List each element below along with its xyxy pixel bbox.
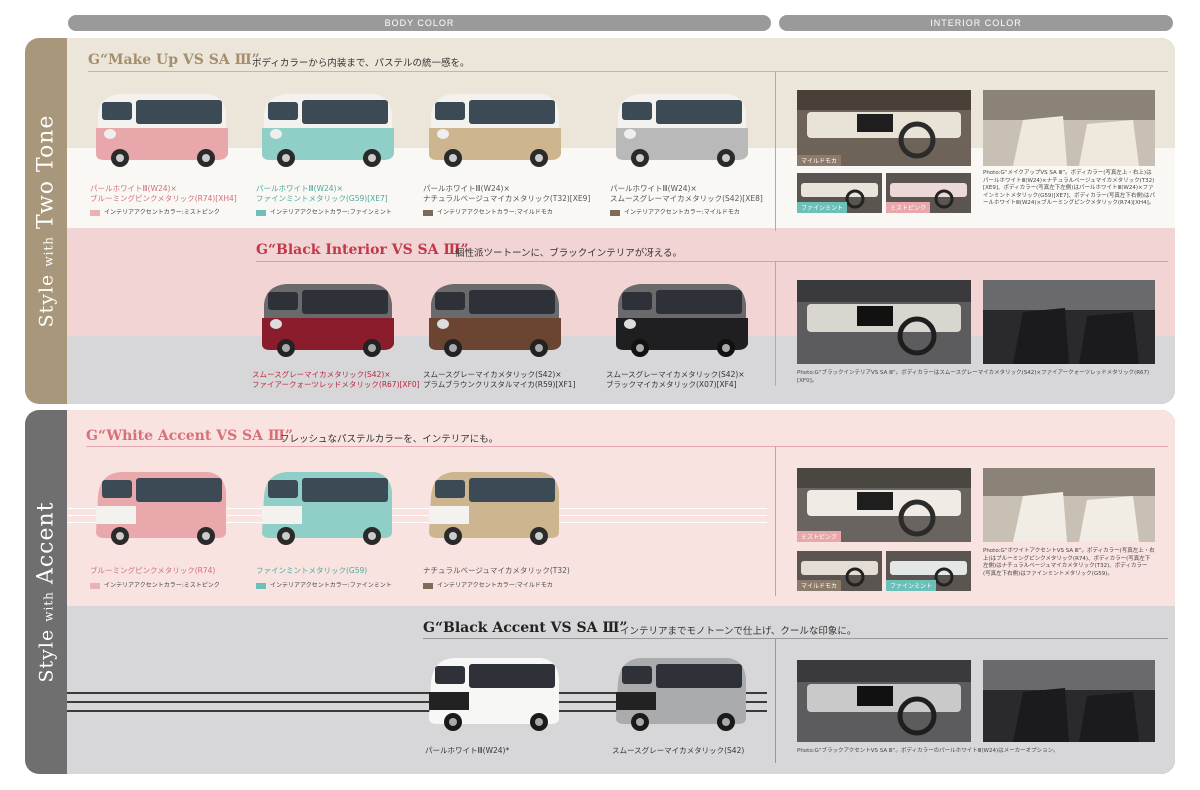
accent-white-accent-1: インテリアアクセントカラー:ミストピンク	[90, 580, 220, 589]
interior-photo-black-accent-seats	[983, 660, 1155, 742]
interior-photo-black-seats	[983, 280, 1155, 364]
caption-black-interior-1: スムースグレーマイカメタリック(S42)× ファイアークォーツレッドメタリック(R…	[252, 370, 420, 389]
caption-makeup-3: パールホワイトⅢ(W24)× ナチュラルベージュマイカメタリック(T32)[XE9…	[423, 184, 591, 203]
car-makeup-beige	[423, 88, 563, 168]
black-accent-subtitle: インテリアまでモノトーンで仕上げ、クールな印象に。	[620, 626, 857, 637]
interior-photo-white-mint: ファインミント	[886, 551, 971, 591]
interior-photo-black-accent-dash	[797, 660, 971, 742]
caption-white-accent-2: ファインミントメタリック(G59)	[256, 566, 368, 575]
makeup-divider	[88, 71, 1168, 72]
caption-makeup-1: パールホワイトⅢ(W24)× ブルーミングピンクメタリック(R74)[XH4]	[90, 184, 237, 203]
makeup-vsep	[775, 71, 776, 231]
black-interior-subtitle: 個性派ツートーンに、ブラックインテリアが冴える。	[455, 248, 682, 259]
note-white-accent: Photo:G“ホワイトアクセントVS SA Ⅲ”。ボディカラー(写真左上・右上…	[983, 548, 1155, 577]
caption-black-interior-3: スムースグレーマイカメタリック(S42)× ブラックマイカメタリック(X07)[X…	[606, 370, 745, 389]
black-accent-vsep	[775, 638, 776, 763]
white-accent-subtitle: フレッシュなパステルカラーを、インテリアにも。	[280, 434, 499, 445]
white-accent-vsep	[775, 446, 776, 596]
caption-makeup-2: パールホワイトⅢ(W24)× ファインミントメタリック(G59)[XE7]	[256, 184, 388, 203]
white-accent-divider	[86, 446, 1168, 447]
note-black-interior: Photo:G“ブラックインテリアVS SA Ⅲ”。ボディカラーはスムースグレー…	[797, 370, 1150, 384]
accent-makeup-2: インテリアアクセントカラー:ファインミント	[256, 207, 392, 216]
note-black-accent: Photo:G“ブラックアクセントVS SA Ⅲ”。ボディカラーのパールホワイト…	[797, 748, 1059, 754]
note-makeup: Photo:G“メイクアップVS SA Ⅲ”。ボディカラー(写真左上・右上)はパ…	[983, 170, 1155, 206]
car-white-accent-mint	[256, 466, 396, 546]
car-makeup-mint	[256, 88, 396, 168]
accent-makeup-3: インテリアアクセントカラー:マイルドモカ	[423, 207, 553, 216]
interior-color-tab: INTERIOR COLOR	[779, 15, 1173, 31]
car-black-accent-white	[423, 652, 563, 732]
black-accent-title: G“Black Accent VS SA Ⅲ”	[423, 620, 628, 636]
interior-photo-white-mocha: マイルドモカ	[797, 551, 882, 591]
interior-photo-makeup-dash: マイルドモカ	[797, 90, 971, 166]
black-accent-divider	[423, 638, 1168, 639]
makeup-subtitle: ボディカラーから内装まで、パステルの統一感を。	[252, 58, 470, 69]
car-black-accent-grey	[610, 652, 750, 732]
accent-side-label: Style with Accent	[33, 501, 59, 683]
caption-white-accent-3: ナチュラルベージュマイカメタリック(T32)	[423, 566, 570, 575]
caption-white-accent-1: ブルーミングピンクメタリック(R74)	[90, 566, 216, 575]
black-interior-title: G“Black Interior VS SA Ⅲ”	[256, 242, 469, 258]
car-makeup-grey	[610, 88, 750, 168]
car-black-interior-brown	[423, 278, 563, 358]
caption-black-interior-2: スムースグレーマイカメタリック(S42)× プラムブラウンクリスタルマイカ(R59…	[423, 370, 576, 389]
white-accent-title: G“White Accent VS SA Ⅲ”	[86, 428, 293, 444]
interior-photo-black-dash	[797, 280, 971, 364]
accent-white-accent-3: インテリアアクセントカラー:マイルドモカ	[423, 580, 553, 589]
interior-photo-white-seats	[983, 468, 1155, 542]
caption-makeup-4: パールホワイトⅢ(W24)× スムースグレーマイカメタリック(S42)[XE8]	[610, 184, 763, 203]
accent-makeup-4: インテリアアクセントカラー:マイルドモカ	[610, 207, 740, 216]
two-tone-side-label: Style with Two Tone	[33, 114, 59, 328]
car-black-interior-red	[256, 278, 396, 358]
car-makeup-pink	[90, 88, 230, 168]
black-interior-vsep	[775, 261, 776, 386]
body-color-tab: BODY COLOR	[68, 15, 771, 31]
caption-black-accent-1: パールホワイトⅢ(W24)*	[425, 746, 510, 755]
car-black-interior-black	[610, 278, 750, 358]
car-white-accent-beige	[423, 466, 563, 546]
accent-white-accent-2: インテリアアクセントカラー:ファインミント	[256, 580, 392, 589]
interior-photo-makeup-seats	[983, 90, 1155, 166]
interior-photo-makeup-pink: ミストピンク	[886, 173, 971, 213]
caption-black-accent-2: スムースグレーマイカメタリック(S42)	[612, 746, 745, 755]
interior-photo-white-dash: ミストピンク	[797, 468, 971, 542]
makeup-title: G“Make Up VS SA Ⅲ”	[88, 52, 260, 68]
black-interior-divider	[256, 261, 1168, 262]
interior-photo-makeup-mint: ファインミント	[797, 173, 882, 213]
accent-makeup-1: インテリアアクセントカラー:ミストピンク	[90, 207, 220, 216]
car-white-accent-pink	[90, 466, 230, 546]
